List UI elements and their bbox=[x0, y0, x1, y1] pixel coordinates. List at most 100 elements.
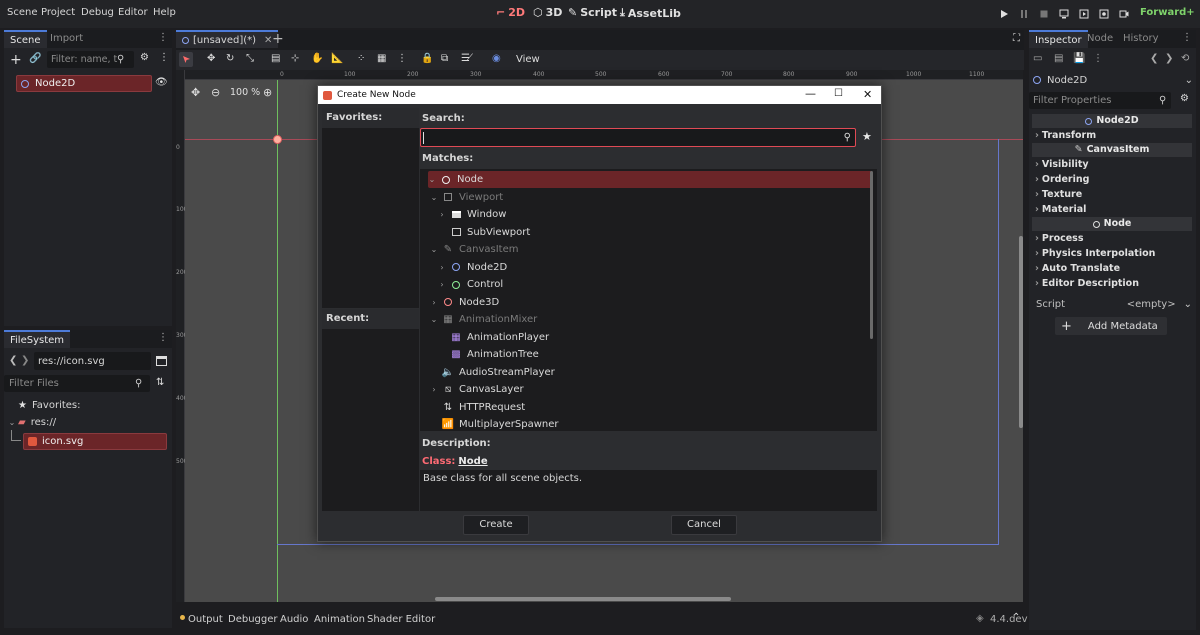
tab-filesystem[interactable]: FileSystem bbox=[4, 330, 71, 348]
lock-icon[interactable]: 🔒 bbox=[421, 53, 433, 64]
visibility-eye-icon[interactable]: 👁 bbox=[155, 77, 168, 88]
chevron-down-icon[interactable]: ⌄ bbox=[1184, 299, 1192, 310]
group-editor-description[interactable]: › Editor Description bbox=[1032, 276, 1192, 291]
select-mode-button[interactable] bbox=[179, 52, 193, 67]
chevron-down-icon[interactable]: ⌄ bbox=[430, 315, 438, 324]
scale-icon[interactable]: ⤡ bbox=[246, 53, 254, 64]
tree-row-window[interactable]: › Window bbox=[422, 206, 506, 223]
smart-snap-icon[interactable]: ⁘ bbox=[357, 53, 365, 64]
menu-scene[interactable]: Scene bbox=[7, 7, 38, 18]
pivot-icon[interactable]: ⊹ bbox=[291, 53, 299, 64]
tree-row-multiplayerspawner[interactable]: 📶 MultiplayerSpawner bbox=[422, 416, 559, 431]
tree-scrollbar[interactable] bbox=[870, 171, 873, 339]
add-node-icon[interactable]: + bbox=[10, 52, 22, 68]
zoom-level[interactable]: 100 % bbox=[230, 87, 260, 98]
expand-panel-icon[interactable]: ⌃ bbox=[1012, 612, 1020, 623]
movie-maker-icon[interactable] bbox=[1119, 9, 1129, 19]
workspace-script-button[interactable]: ✎ Script bbox=[568, 6, 617, 19]
distraction-free-icon[interactable]: ⛶ bbox=[1013, 33, 1020, 44]
resource-options-icon[interactable]: ⋮ bbox=[1093, 53, 1103, 64]
maximize-icon[interactable]: ☐ bbox=[834, 88, 843, 99]
favorites-list[interactable] bbox=[322, 128, 419, 308]
vertical-scrollbar[interactable] bbox=[1019, 236, 1023, 428]
forward-arrow-icon[interactable]: ❯ bbox=[21, 355, 29, 366]
menu-editor[interactable]: Editor bbox=[118, 7, 148, 18]
tree-row-canvasitem[interactable]: ⌄ ✎ CanvasItem bbox=[422, 241, 519, 258]
tree-row-node2d[interactable]: › Node2D bbox=[422, 259, 507, 276]
move-icon[interactable]: ✥ bbox=[207, 53, 215, 64]
view-menu-button[interactable]: View bbox=[516, 54, 540, 65]
group-texture[interactable]: › Texture bbox=[1032, 187, 1192, 202]
group-physics-interpolation[interactable]: › Physics Interpolation bbox=[1032, 246, 1192, 261]
tree-row-viewport[interactable]: ⌄ Viewport bbox=[422, 189, 504, 206]
tab-scene[interactable]: Scene bbox=[4, 30, 47, 48]
file-item-icon-svg[interactable]: icon.svg bbox=[23, 433, 167, 450]
bone-icon[interactable]: ⟋ bbox=[466, 53, 473, 64]
history-forward-icon[interactable]: ❯ bbox=[1165, 53, 1173, 64]
tree-row-canvaslayer[interactable]: › ⧅ CanvasLayer bbox=[422, 381, 523, 398]
res-folder-item[interactable]: ⌄ ▰ res:// bbox=[8, 417, 56, 428]
tab-inspector[interactable]: Inspector bbox=[1029, 30, 1088, 48]
chevron-down-icon[interactable]: ⌄ bbox=[430, 193, 438, 202]
favorites-item[interactable]: ★ Favorites: bbox=[18, 400, 81, 411]
tree-row-node[interactable]: ⌄ Node bbox=[428, 171, 872, 188]
group-material[interactable]: › Material bbox=[1032, 202, 1192, 217]
renderer-select[interactable]: Forward+⌄ bbox=[1140, 7, 1200, 18]
tree-row-audiostreamplayer[interactable]: 🔈 AudioStreamPlayer bbox=[422, 364, 555, 381]
tree-row-subviewport[interactable]: SubViewport bbox=[422, 224, 530, 241]
add-metadata-button[interactable]: + Add Metadata bbox=[1055, 317, 1167, 335]
node-search-input[interactable]: ⚲ bbox=[420, 128, 856, 147]
minimize-icon[interactable]: — bbox=[805, 87, 816, 100]
scene-filter-input[interactable]: Filter: name, t:t ⚲ bbox=[47, 51, 134, 68]
inspected-object[interactable]: Node2D ⌄ bbox=[1033, 72, 1193, 88]
load-resource-icon[interactable]: ▤ bbox=[1054, 53, 1063, 64]
play-icon[interactable] bbox=[999, 9, 1009, 19]
tree-row-control[interactable]: › Control bbox=[422, 276, 503, 293]
filesystem-path-input[interactable]: res://icon.svg bbox=[34, 352, 151, 370]
inspector-filter-input[interactable]: Filter Properties ⚲ bbox=[1029, 92, 1171, 109]
tab-output[interactable]: Output bbox=[188, 614, 223, 625]
menu-project[interactable]: Project bbox=[41, 7, 75, 18]
workspace-assetlib-button[interactable]: ⤓ AssetLib bbox=[620, 6, 681, 20]
remote-deploy-icon[interactable] bbox=[1059, 9, 1069, 19]
group-visibility[interactable]: › Visibility bbox=[1032, 157, 1192, 172]
tree-row-node3d[interactable]: › Node3D bbox=[422, 294, 499, 311]
tree-row-httprequest[interactable]: ⇅ HTTPRequest bbox=[422, 399, 525, 416]
scene-options-icon[interactable]: ⋮ bbox=[159, 52, 169, 63]
group-auto-translate[interactable]: › Auto Translate bbox=[1032, 261, 1192, 276]
play-scene-icon[interactable] bbox=[1079, 9, 1089, 19]
recent-list[interactable] bbox=[322, 329, 419, 511]
chevron-down-icon[interactable]: ⌄ bbox=[430, 245, 438, 254]
zoom-out-icon[interactable]: ⊖ bbox=[211, 86, 220, 99]
dock-menu-icon[interactable]: ⋮ bbox=[158, 32, 168, 43]
favorite-star-icon[interactable]: ★ bbox=[862, 130, 872, 143]
tab-debugger[interactable]: Debugger bbox=[228, 614, 278, 625]
dock-menu-icon[interactable]: ⋮ bbox=[1182, 32, 1192, 43]
workspace-2d-button[interactable]: ⌐ 2D bbox=[496, 6, 525, 19]
back-arrow-icon[interactable]: ❮ bbox=[9, 355, 17, 366]
group-process[interactable]: › Process bbox=[1032, 231, 1192, 246]
cancel-button[interactable]: Cancel bbox=[671, 515, 737, 535]
center-view-icon[interactable]: ✥ bbox=[191, 86, 200, 99]
create-button[interactable]: Create bbox=[463, 515, 529, 535]
tab-import[interactable]: Import bbox=[44, 30, 89, 48]
tab-audio[interactable]: Audio bbox=[280, 614, 308, 625]
sort-icon[interactable]: ⇅ bbox=[156, 377, 164, 388]
chevron-right-icon[interactable]: › bbox=[430, 298, 438, 307]
group-icon[interactable]: ⧉ bbox=[441, 53, 448, 64]
tab-animation[interactable]: Animation bbox=[314, 614, 365, 625]
dock-menu-icon[interactable]: ⋮ bbox=[158, 332, 168, 343]
group-transform[interactable]: › Transform bbox=[1032, 128, 1192, 143]
close-icon[interactable]: ✕ bbox=[863, 88, 872, 101]
new-resource-icon[interactable]: ▭ bbox=[1033, 53, 1042, 64]
group-ordering[interactable]: › Ordering bbox=[1032, 172, 1192, 187]
pause-icon[interactable] bbox=[1019, 9, 1029, 19]
menu-help[interactable]: Help bbox=[153, 7, 176, 18]
tab-unsaved-scene[interactable]: [unsaved](*) ✕ bbox=[176, 30, 279, 48]
play-custom-icon[interactable] bbox=[1099, 9, 1109, 19]
chevron-right-icon[interactable]: › bbox=[430, 385, 438, 394]
menu-debug[interactable]: Debug bbox=[81, 7, 114, 18]
tree-row-animationplayer[interactable]: ▦ AnimationPlayer bbox=[422, 329, 549, 346]
ruler-icon[interactable]: 📐 bbox=[331, 53, 343, 64]
save-resource-icon[interactable]: 💾 bbox=[1073, 53, 1085, 64]
